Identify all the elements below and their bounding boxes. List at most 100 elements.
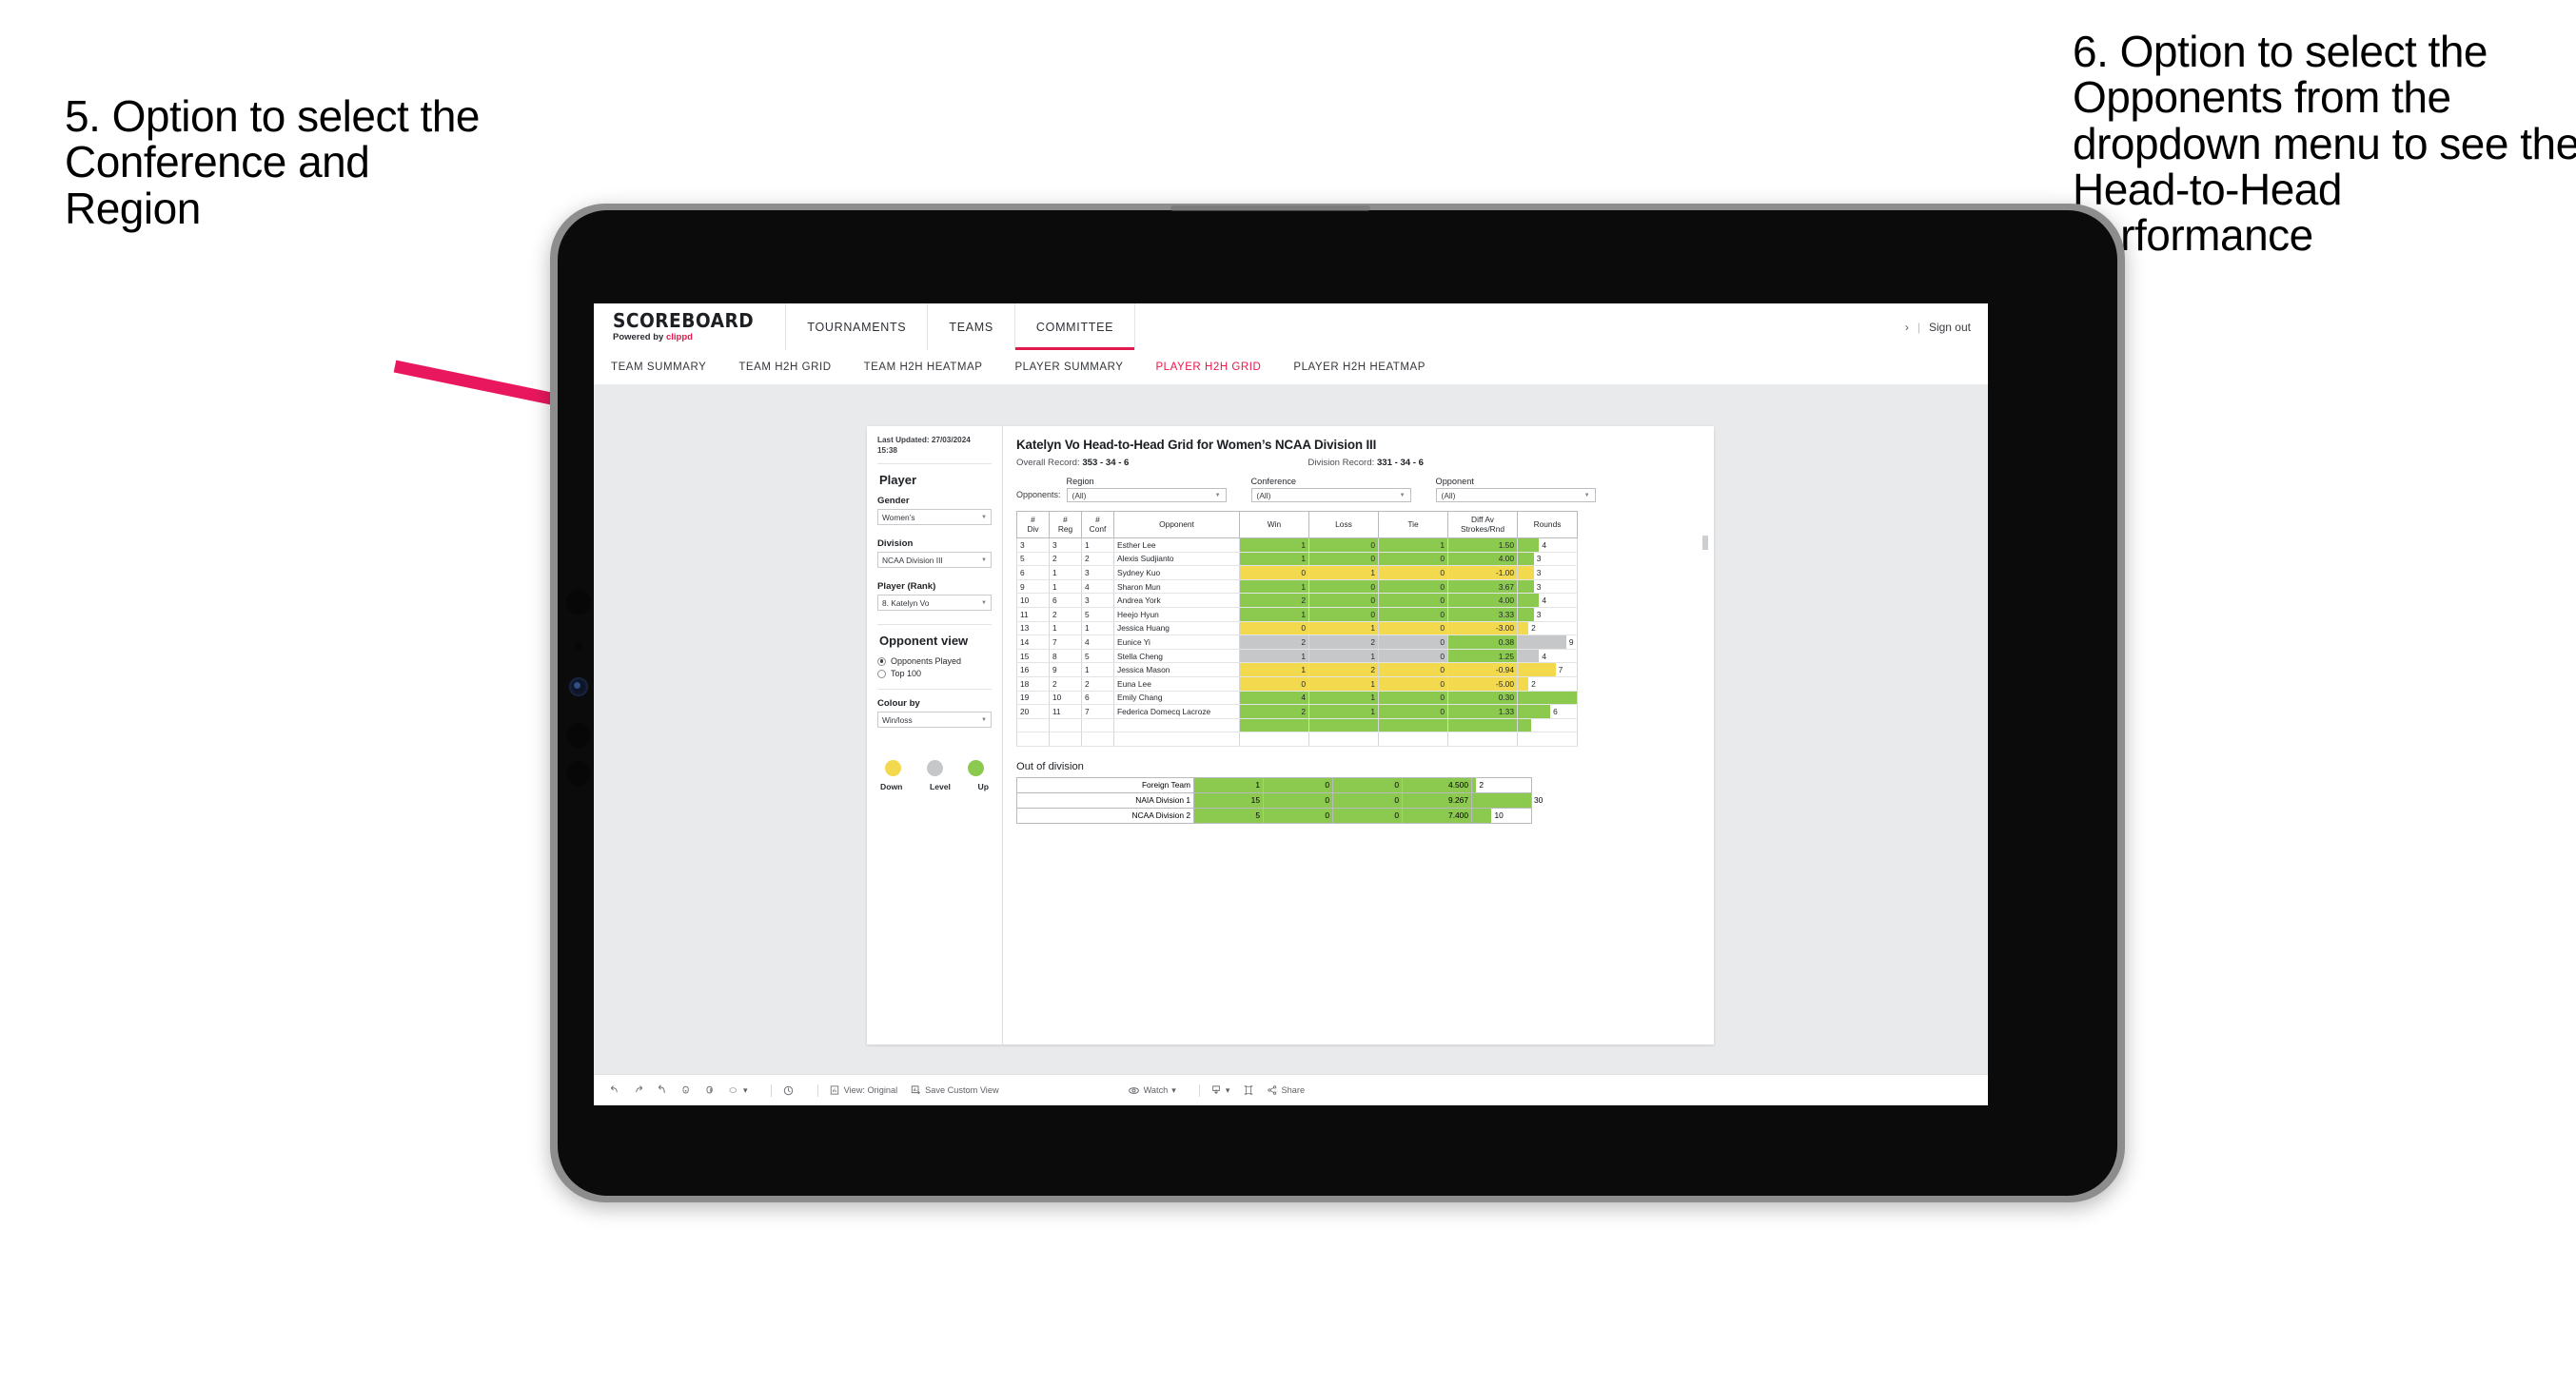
player-rank-select[interactable]: 8. Katelyn Vo ▼ bbox=[877, 595, 992, 612]
app-logo[interactable]: SCOREBOARD Powered by clippd bbox=[594, 303, 787, 350]
fullscreen-button[interactable] bbox=[1243, 1084, 1254, 1096]
column-header-opponent[interactable]: Opponent bbox=[1113, 511, 1240, 538]
cell-tie: 0 bbox=[1378, 593, 1448, 608]
table-row[interactable]: 16 9 1 Jessica Mason 1 2 0 -0.94 7 bbox=[1016, 662, 1578, 677]
table-row[interactable]: 11 2 5 Heejo Hyun 1 0 0 3.33 3 bbox=[1016, 607, 1578, 622]
out-of-division-row[interactable]: Foreign Team 1 0 0 4.500 2 bbox=[1016, 776, 1532, 793]
cell-win: 0 bbox=[1239, 565, 1309, 580]
cell-tie: 0 bbox=[1378, 607, 1448, 622]
out-of-division-row[interactable]: NAIA Division 1 15 0 0 9.267 30 bbox=[1016, 791, 1543, 809]
refresh-button[interactable] bbox=[680, 1084, 692, 1096]
region-filter-select[interactable]: (All) ▼ bbox=[1066, 488, 1227, 502]
tablet-sensor-dot bbox=[566, 590, 591, 615]
cell-conf: 6 bbox=[1081, 691, 1114, 706]
rounds-value: 7 bbox=[1558, 665, 1563, 675]
table-row[interactable]: 9 1 4 Sharon Mun 1 0 0 3.67 3 bbox=[1016, 579, 1578, 595]
watch-button[interactable]: Watch ▾ bbox=[1128, 1084, 1176, 1097]
colour-by-select[interactable]: Win/loss ▼ bbox=[877, 712, 992, 729]
table-row[interactable]: 18 2 2 Euna Lee 0 1 0 -5.00 2 bbox=[1016, 676, 1578, 692]
column-header--conf[interactable]: # Conf bbox=[1081, 511, 1114, 538]
revert-button[interactable] bbox=[657, 1084, 668, 1096]
gender-value: Women’s bbox=[882, 512, 915, 522]
out-of-division-table: Foreign Team 1 0 0 4.500 2 NAIA Division 1 15 0 0… bbox=[1016, 776, 1543, 824]
nav-tournaments[interactable]: TOURNAMENTS bbox=[786, 303, 929, 350]
nav-teams[interactable]: TEAMS bbox=[928, 303, 1015, 350]
save-custom-view-button[interactable]: Save Custom View bbox=[910, 1084, 999, 1096]
radio-top-100[interactable]: Top 100 bbox=[877, 669, 992, 678]
pause-button[interactable] bbox=[704, 1084, 716, 1096]
table-row[interactable]: 15 8 5 Stella Cheng 1 1 0 1.25 4 bbox=[1016, 649, 1578, 664]
cell-div: 3 bbox=[1016, 537, 1050, 553]
tab-player-h2h-heatmap[interactable]: PLAYER H2H HEATMAP bbox=[1293, 361, 1426, 373]
opponent-view-heading: Opponent view bbox=[879, 634, 969, 649]
column-header-rounds[interactable]: Rounds bbox=[1517, 511, 1578, 538]
tab-team-h2h-heatmap[interactable]: TEAM H2H HEATMAP bbox=[864, 361, 983, 373]
column-header-loss[interactable]: Loss bbox=[1308, 511, 1379, 538]
tab-team-summary[interactable]: TEAM SUMMARY bbox=[611, 361, 706, 373]
cell-win: 1 bbox=[1239, 662, 1309, 677]
pan-dropdown[interactable]: ▾ bbox=[728, 1084, 748, 1096]
division-select[interactable]: NCAA Division III ▼ bbox=[877, 552, 992, 569]
legend-label-up: Up bbox=[977, 782, 989, 792]
cell-division-name: NAIA Division 1 bbox=[1016, 791, 1194, 809]
nav-committee[interactable]: COMMITTEE bbox=[1014, 303, 1136, 350]
chevron-down-icon: ▼ bbox=[981, 716, 987, 723]
table-row[interactable]: 10 6 3 Andrea York 2 0 0 4.00 4 bbox=[1016, 593, 1578, 608]
column-header-diff-av-strokes-rnd[interactable]: Diff Av Strokes/Rnd bbox=[1447, 511, 1518, 538]
opponent-filter-select[interactable]: (All) ▼ bbox=[1435, 488, 1596, 502]
h2h-grid-table: # Div # Reg # Conf Opponent Win Loss Tie Diff Av St… bbox=[1016, 511, 1578, 747]
table-row[interactable]: 19106Emily Chang4100.3011 bbox=[1016, 691, 1578, 706]
cell-rounds: 11 bbox=[1517, 691, 1578, 706]
table-row[interactable]: 20 11 7 Federica Domecq Lacroze 2 1 0 1.33 6 bbox=[1016, 704, 1578, 719]
cell-loss: 1 bbox=[1308, 565, 1379, 580]
division-value: NCAA Division III bbox=[882, 555, 943, 565]
cell-rounds: 4 bbox=[1517, 593, 1578, 608]
cell-opponent: Andrea York bbox=[1113, 593, 1240, 608]
conference-filter-value: (All) bbox=[1256, 490, 1271, 500]
share-button[interactable]: Share bbox=[1267, 1084, 1305, 1096]
cell-rounds: 7 bbox=[1517, 662, 1578, 677]
table-row[interactable]: 5 2 2 Alexis Sudjianto 1 0 0 4.00 3 bbox=[1016, 552, 1578, 567]
logo-powered-by: Powered by bbox=[613, 332, 666, 342]
tab-player-h2h-grid[interactable]: PLAYER H2H GRID bbox=[1155, 361, 1261, 373]
column-header--div[interactable]: # Div bbox=[1016, 511, 1050, 538]
table-row[interactable]: 3 3 1 Esther Lee 1 0 1 1.50 4 bbox=[1016, 537, 1578, 553]
gender-select[interactable]: Women’s ▼ bbox=[877, 509, 992, 526]
undo-button[interactable] bbox=[609, 1084, 620, 1096]
cell-loss: 1 bbox=[1308, 704, 1379, 719]
tab-team-h2h-grid[interactable]: TEAM H2H GRID bbox=[738, 361, 831, 373]
chevron-down-icon: ▼ bbox=[981, 599, 987, 606]
download-button[interactable]: ▾ bbox=[1210, 1084, 1230, 1096]
column-header-tie[interactable]: Tie bbox=[1378, 511, 1448, 538]
view-original-button[interactable]: View: Original bbox=[829, 1084, 897, 1096]
table-row[interactable]: 13 1 1 Jessica Huang 0 1 0 -3.00 2 bbox=[1016, 621, 1578, 636]
table-row[interactable]: 14 7 4 Eunice Yi 2 2 0 0.38 9 bbox=[1016, 634, 1578, 650]
region-filter: Region (All) ▼ bbox=[1066, 477, 1227, 502]
conference-filter-label: Conference bbox=[1250, 477, 1297, 486]
user-menu-caret-icon[interactable]: › bbox=[1905, 321, 1909, 334]
cell-reg: 2 bbox=[1049, 676, 1082, 692]
redo-button[interactable] bbox=[633, 1084, 644, 1096]
cell-opponent: Heejo Hyun bbox=[1113, 607, 1240, 622]
radio-opponents-played[interactable]: Opponents Played bbox=[877, 656, 992, 666]
chevron-down-icon: ▼ bbox=[1399, 492, 1406, 498]
out-of-division-row[interactable]: NCAA Division 2 5 0 0 7.400 10 bbox=[1016, 807, 1532, 824]
column-header-win[interactable]: Win bbox=[1239, 511, 1309, 538]
table-header-row: # Div # Reg # Conf Opponent Win Loss Tie Diff Av St… bbox=[1016, 511, 1578, 538]
vertical-scrollbar[interactable] bbox=[1702, 536, 1708, 550]
cell-loss: 1 bbox=[1308, 621, 1379, 636]
table-row[interactable]: 6 1 3 Sydney Kuo 0 1 0 -1.00 3 bbox=[1016, 565, 1578, 580]
cell-tie: 0 bbox=[1378, 704, 1448, 719]
column-header--reg[interactable]: # Reg bbox=[1049, 511, 1082, 538]
cell-div: 15 bbox=[1016, 649, 1050, 664]
highlight-button[interactable] bbox=[782, 1084, 795, 1097]
opponent-filter-label: Opponent bbox=[1435, 477, 1474, 486]
sign-out-link[interactable]: Sign out bbox=[1929, 321, 1971, 334]
conference-filter-select[interactable]: (All) ▼ bbox=[1250, 488, 1411, 502]
cell-tie: 0 bbox=[1378, 579, 1448, 595]
cell-loss: 0 bbox=[1263, 776, 1333, 793]
rounds-bar bbox=[1518, 566, 1534, 579]
tab-player-summary[interactable]: PLAYER SUMMARY bbox=[1014, 361, 1123, 373]
division-record-label: Division Record: bbox=[1308, 458, 1375, 468]
cell-tie: 0 bbox=[1378, 691, 1448, 706]
